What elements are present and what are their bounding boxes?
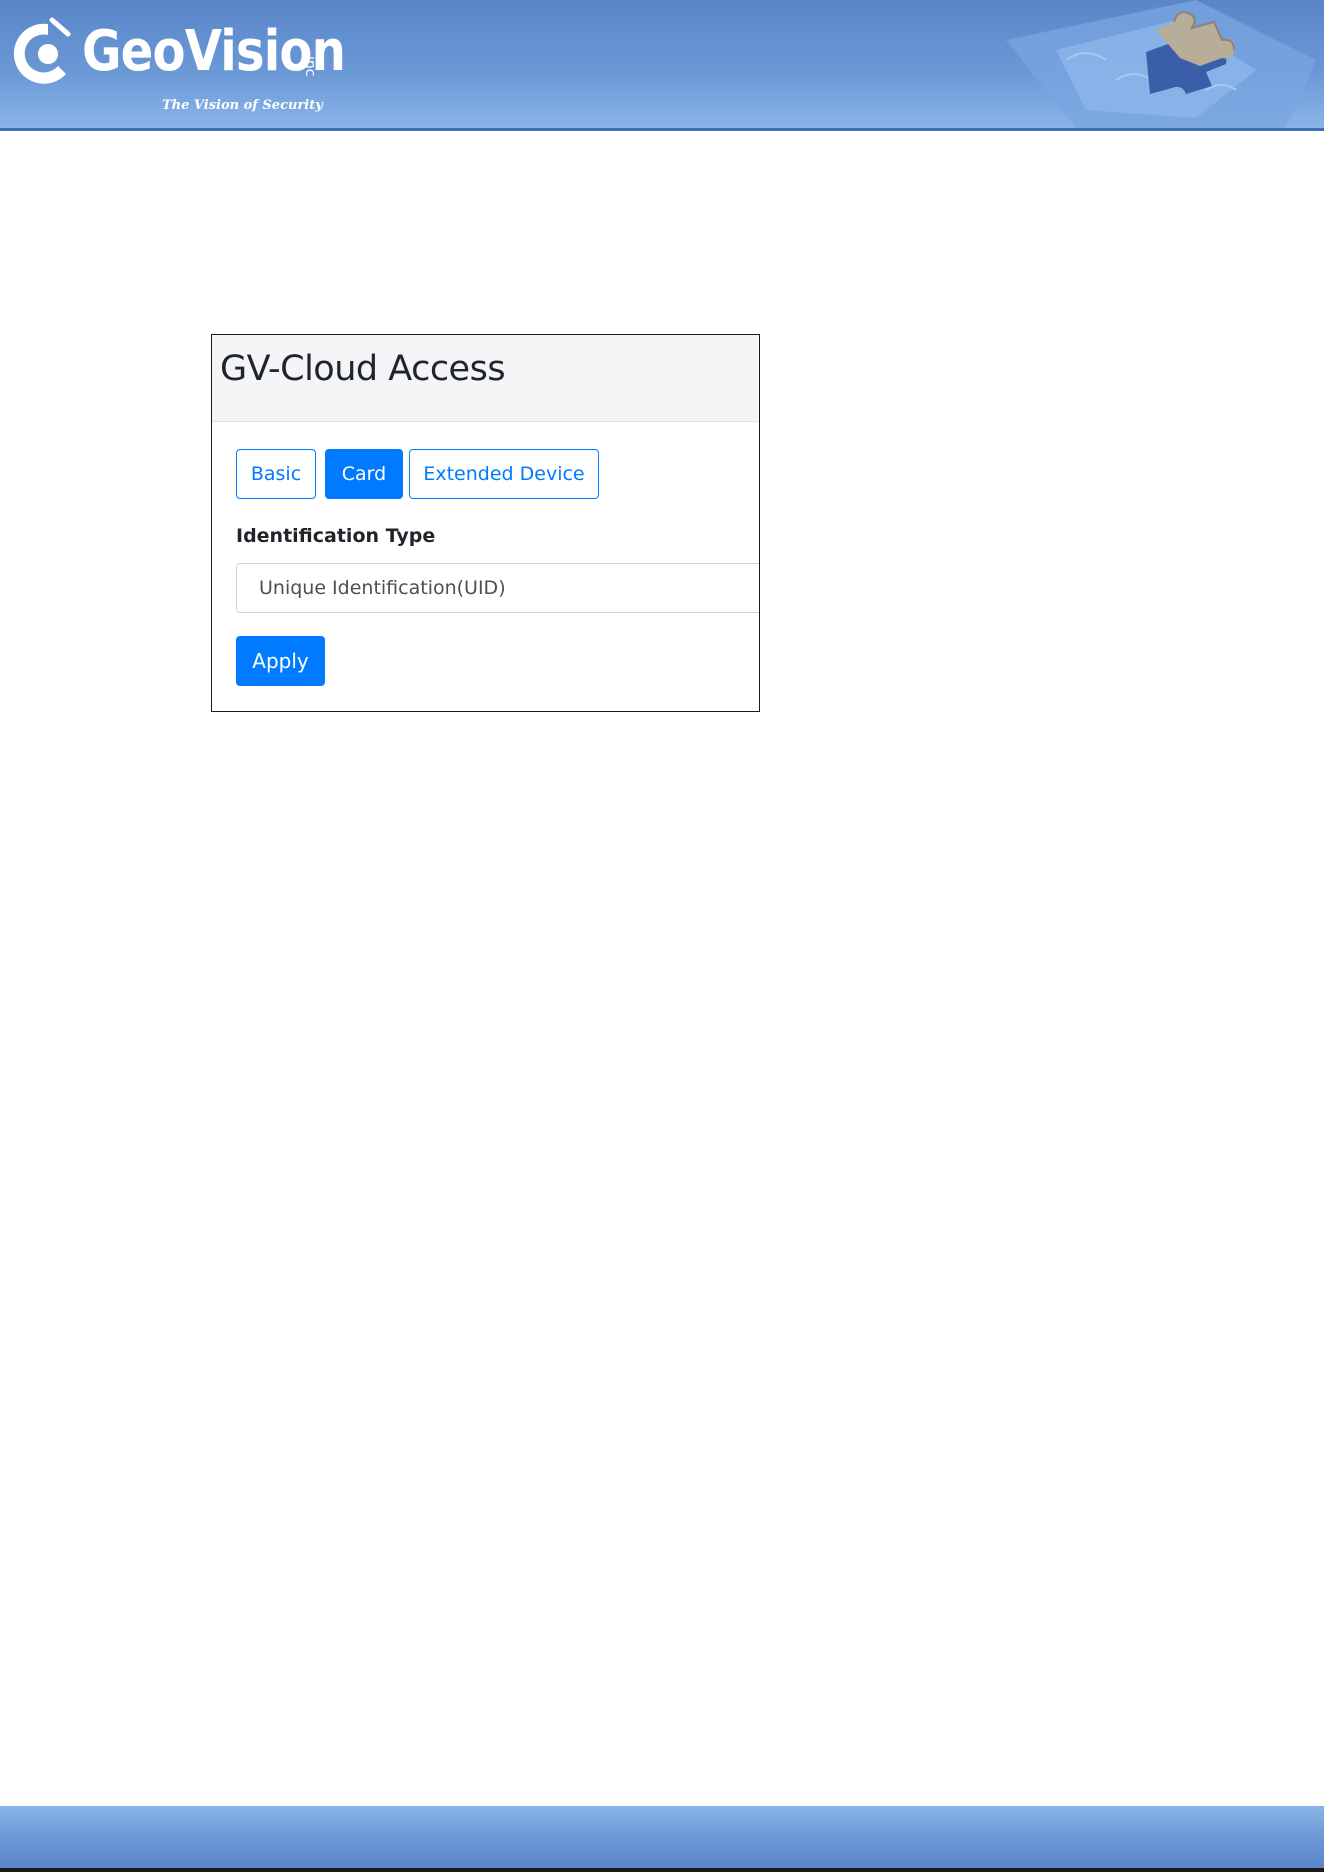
header-divider [0, 128, 1324, 131]
footer-divider [0, 1868, 1324, 1872]
logo-tagline: The Vision of Security [162, 98, 323, 113]
tab-basic[interactable]: Basic [236, 449, 316, 499]
tab-card[interactable]: Card [325, 449, 403, 499]
gv-cloud-access-panel: GV-Cloud Access Basic Card Extended Devi… [211, 334, 760, 712]
identification-type-select[interactable]: Unique Identification(UID) [236, 563, 759, 613]
panel-header: GV-Cloud Access [212, 335, 759, 422]
apply-button[interactable]: Apply [236, 636, 325, 686]
puzzle-decoration-icon [1006, 0, 1316, 128]
identification-type-label: Identification Type [236, 525, 436, 547]
page-title: GV-Cloud Access [220, 349, 506, 389]
identification-type-value: Unique Identification(UID) [259, 577, 506, 599]
page-header-banner: GeoVision inc The Vision of Security [0, 0, 1324, 128]
logo-suffix: inc [302, 56, 318, 77]
tab-extended-device[interactable]: Extended Device [409, 449, 599, 499]
geovision-logo-icon [13, 17, 71, 84]
page-footer-banner [0, 1806, 1324, 1868]
